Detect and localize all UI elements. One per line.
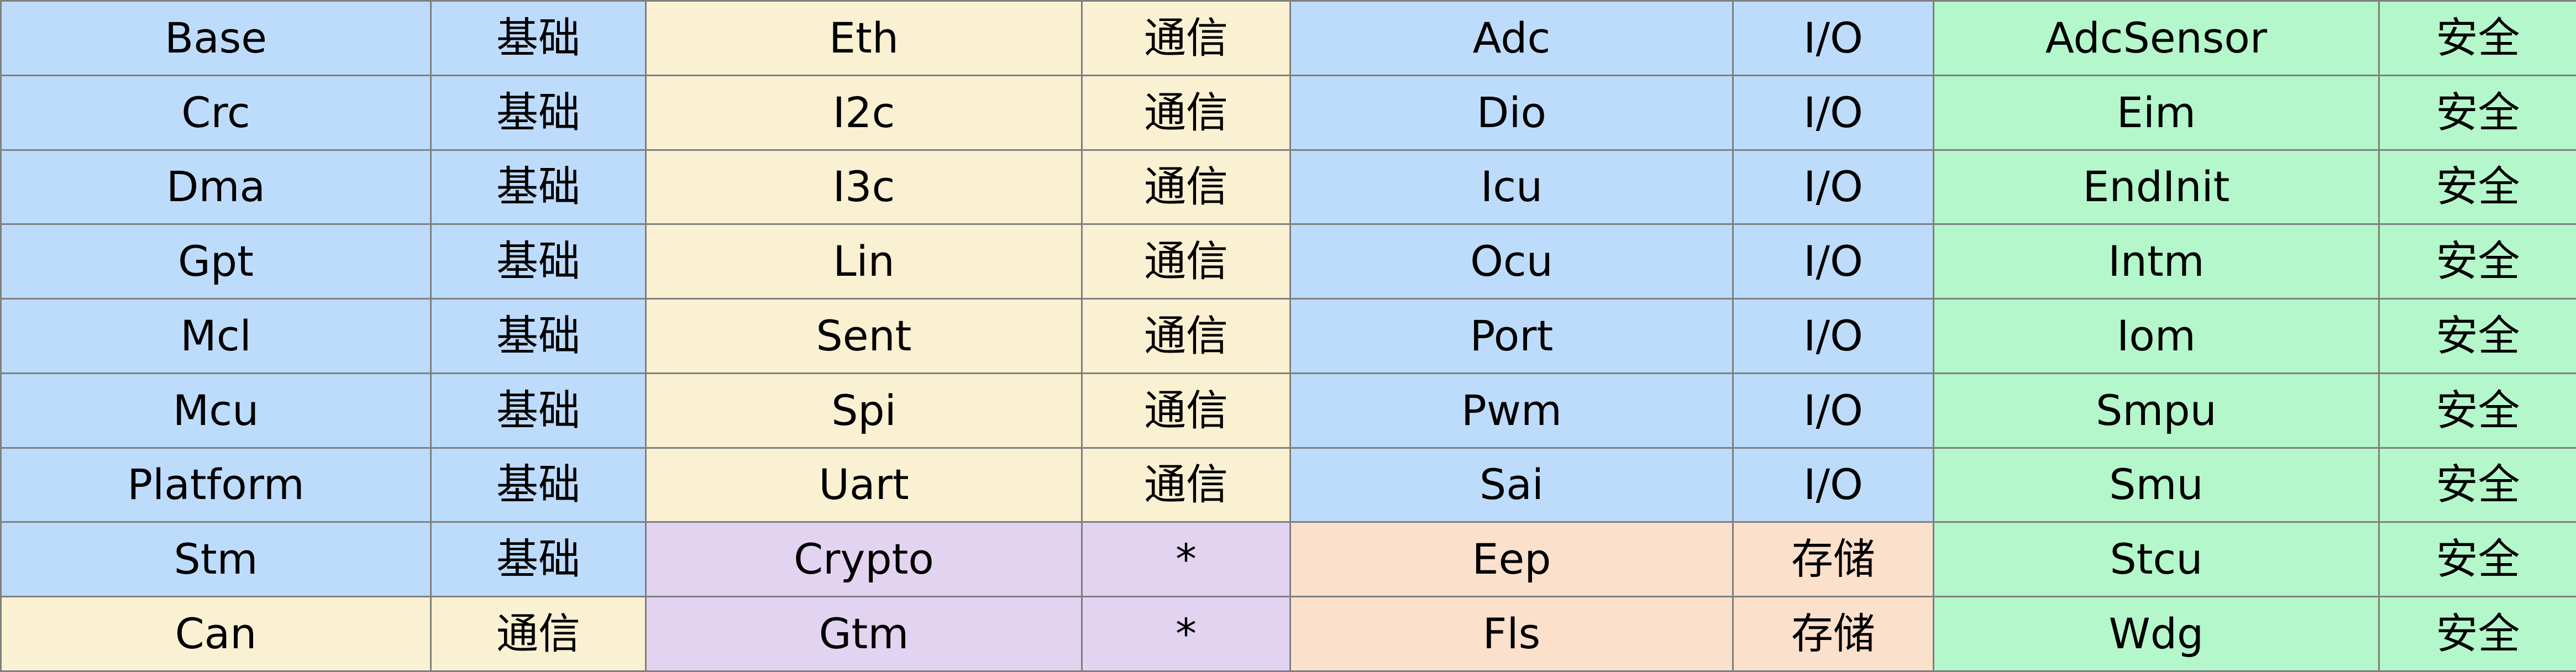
module-name-cell: I2c xyxy=(646,75,1082,150)
module-name-cell: Dio xyxy=(1290,75,1733,150)
category-cell: 安全 xyxy=(2379,75,2576,150)
module-name-cell: Gtm xyxy=(646,597,1082,671)
module-name-cell: Stcu xyxy=(1934,522,2379,597)
module-name-cell: Smpu xyxy=(1934,373,2379,448)
module-name-cell: Icu xyxy=(1290,150,1733,224)
category-cell: 基础 xyxy=(431,448,646,522)
category-cell: 安全 xyxy=(2379,597,2576,671)
module-name-cell: Adc xyxy=(1290,1,1733,76)
category-cell: I/O xyxy=(1733,299,1934,374)
category-cell: 基础 xyxy=(431,75,646,150)
table-row: Crc基础I2c通信DioI/OEim安全 xyxy=(1,75,2576,150)
module-name-cell: Can xyxy=(1,597,431,671)
category-cell: 通信 xyxy=(1082,75,1290,150)
module-name-cell: Platform xyxy=(1,448,431,522)
category-cell: 通信 xyxy=(1082,373,1290,448)
category-cell: 存储 xyxy=(1733,597,1934,671)
category-cell: 安全 xyxy=(2379,299,2576,374)
category-cell: I/O xyxy=(1733,75,1934,150)
module-name-cell: Dma xyxy=(1,150,431,224)
module-name-cell: Eth xyxy=(646,1,1082,76)
category-cell: 安全 xyxy=(2379,224,2576,299)
table-body: Base基础Eth通信AdcI/OAdcSensor安全Crc基础I2c通信Di… xyxy=(1,1,2576,671)
category-cell: * xyxy=(1082,597,1290,671)
module-name-cell: Iom xyxy=(1934,299,2379,374)
category-cell: 基础 xyxy=(431,299,646,374)
table-row: Can通信Gtm*Fls存储Wdg安全 xyxy=(1,597,2576,671)
module-name-cell: Mcu xyxy=(1,373,431,448)
module-name-cell: EndInit xyxy=(1934,150,2379,224)
module-name-cell: Uart xyxy=(646,448,1082,522)
category-cell: 基础 xyxy=(431,224,646,299)
module-name-cell: Wdg xyxy=(1934,597,2379,671)
category-cell: 通信 xyxy=(1082,1,1290,76)
module-name-cell: Crypto xyxy=(646,522,1082,597)
module-name-cell: Lin xyxy=(646,224,1082,299)
module-name-cell: Sent xyxy=(646,299,1082,374)
module-name-cell: I3c xyxy=(646,150,1082,224)
module-category-table: Base基础Eth通信AdcI/OAdcSensor安全Crc基础I2c通信Di… xyxy=(0,0,2576,672)
table-row: Stm基础Crypto*Eep存储Stcu安全 xyxy=(1,522,2576,597)
category-cell: 通信 xyxy=(431,597,646,671)
category-cell: I/O xyxy=(1733,448,1934,522)
table-row: Gpt基础Lin通信OcuI/OIntm安全 xyxy=(1,224,2576,299)
category-cell: 基础 xyxy=(431,522,646,597)
category-cell: 安全 xyxy=(2379,150,2576,224)
module-name-cell: Eim xyxy=(1934,75,2379,150)
category-cell: 安全 xyxy=(2379,1,2576,76)
table-row: Dma基础I3c通信IcuI/OEndInit安全 xyxy=(1,150,2576,224)
category-cell: I/O xyxy=(1733,1,1934,76)
module-name-cell: Sai xyxy=(1290,448,1733,522)
module-name-cell: Smu xyxy=(1934,448,2379,522)
category-cell: I/O xyxy=(1733,224,1934,299)
module-name-cell: Gpt xyxy=(1,224,431,299)
category-cell: I/O xyxy=(1733,150,1934,224)
category-cell: 基础 xyxy=(431,1,646,76)
category-cell: * xyxy=(1082,522,1290,597)
module-name-cell: Ocu xyxy=(1290,224,1733,299)
table-row: Base基础Eth通信AdcI/OAdcSensor安全 xyxy=(1,1,2576,76)
table-row: Platform基础Uart通信SaiI/OSmu安全 xyxy=(1,448,2576,522)
category-cell: 通信 xyxy=(1082,150,1290,224)
category-cell: 通信 xyxy=(1082,224,1290,299)
module-name-cell: Fls xyxy=(1290,597,1733,671)
module-name-cell: AdcSensor xyxy=(1934,1,2379,76)
category-cell: 基础 xyxy=(431,373,646,448)
category-cell: 存储 xyxy=(1733,522,1934,597)
module-name-cell: Eep xyxy=(1290,522,1733,597)
module-name-cell: Port xyxy=(1290,299,1733,374)
category-cell: I/O xyxy=(1733,373,1934,448)
table-row: Mcu基础Spi通信PwmI/OSmpu安全 xyxy=(1,373,2576,448)
module-name-cell: Stm xyxy=(1,522,431,597)
module-name-cell: Base xyxy=(1,1,431,76)
category-cell: 基础 xyxy=(431,150,646,224)
module-name-cell: Intm xyxy=(1934,224,2379,299)
category-cell: 安全 xyxy=(2379,373,2576,448)
category-cell: 通信 xyxy=(1082,299,1290,374)
category-cell: 安全 xyxy=(2379,522,2576,597)
module-name-cell: Spi xyxy=(646,373,1082,448)
module-name-cell: Crc xyxy=(1,75,431,150)
module-name-cell: Pwm xyxy=(1290,373,1733,448)
category-cell: 安全 xyxy=(2379,448,2576,522)
category-cell: 通信 xyxy=(1082,448,1290,522)
table-row: Mcl基础Sent通信PortI/OIom安全 xyxy=(1,299,2576,374)
module-name-cell: Mcl xyxy=(1,299,431,374)
